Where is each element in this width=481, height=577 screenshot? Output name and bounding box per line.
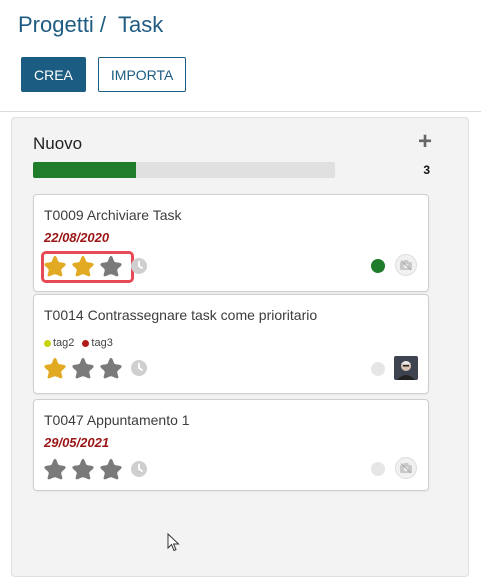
status-dot: [371, 462, 385, 476]
mouse-cursor-icon: [167, 533, 180, 552]
star-icon[interactable]: [98, 356, 124, 380]
clock-icon[interactable]: [130, 359, 148, 377]
status-dot: [371, 259, 385, 273]
star-icon[interactable]: [42, 356, 68, 380]
clock-icon[interactable]: [130, 460, 148, 478]
add-task-button[interactable]: +: [418, 130, 432, 154]
kanban-column: Nuovo + 3 T0009 Archiviare Task 22/08/20…: [11, 117, 469, 577]
star-icon[interactable]: [70, 254, 96, 278]
column-title: Nuovo: [33, 134, 83, 153]
task-tags: tag2 tag3: [44, 337, 117, 349]
status-dot: [371, 362, 385, 376]
clock-icon[interactable]: [130, 257, 148, 275]
task-title: T0009 Archiviare Task: [44, 207, 182, 223]
tag-dot: [82, 339, 90, 347]
import-button[interactable]: IMPORTA: [97, 57, 187, 92]
breadcrumb-current: Task: [117, 12, 164, 37]
rating-stars: [42, 254, 148, 278]
star-icon[interactable]: [42, 254, 68, 278]
star-icon[interactable]: [70, 457, 96, 481]
tag-label: tag3: [91, 337, 113, 349]
rating-stars: [42, 356, 148, 380]
camera-icon[interactable]: [395, 254, 417, 276]
task-title: T0014 Contrassegnare task come prioritar…: [44, 307, 318, 323]
breadcrumb: Progetti / Task: [18, 12, 163, 38]
breadcrumb-separator: /: [99, 12, 106, 37]
task-due-date: 29/05/2021: [44, 435, 110, 450]
column-progress-fill: [33, 162, 136, 178]
tag: tag2: [44, 337, 74, 349]
create-button[interactable]: CREA: [21, 57, 86, 92]
camera-icon[interactable]: [395, 457, 417, 479]
header-divider: [0, 111, 481, 112]
task-title: T0047 Appuntamento 1: [44, 412, 190, 428]
tag-label: tag2: [53, 337, 75, 349]
task-card[interactable]: T0009 Archiviare Task 22/08/2020: [33, 194, 429, 292]
task-card[interactable]: T0047 Appuntamento 1 29/05/2021: [33, 399, 429, 491]
star-icon[interactable]: [98, 457, 124, 481]
tag: tag3: [82, 337, 113, 349]
task-card[interactable]: T0014 Contrassegnare task come prioritar…: [33, 294, 429, 394]
task-due-date: 22/08/2020: [44, 230, 110, 245]
breadcrumb-parent[interactable]: Progetti: [18, 12, 94, 38]
column-count: 3: [423, 163, 430, 177]
avatar[interactable]: [394, 356, 418, 380]
star-icon[interactable]: [70, 356, 96, 380]
toolbar: CREA IMPORTA: [21, 57, 187, 92]
column-progress-bar: [33, 162, 335, 178]
rating-stars: [42, 457, 148, 481]
star-icon[interactable]: [98, 254, 124, 278]
tag-dot: [44, 339, 51, 347]
star-icon[interactable]: [42, 457, 68, 481]
